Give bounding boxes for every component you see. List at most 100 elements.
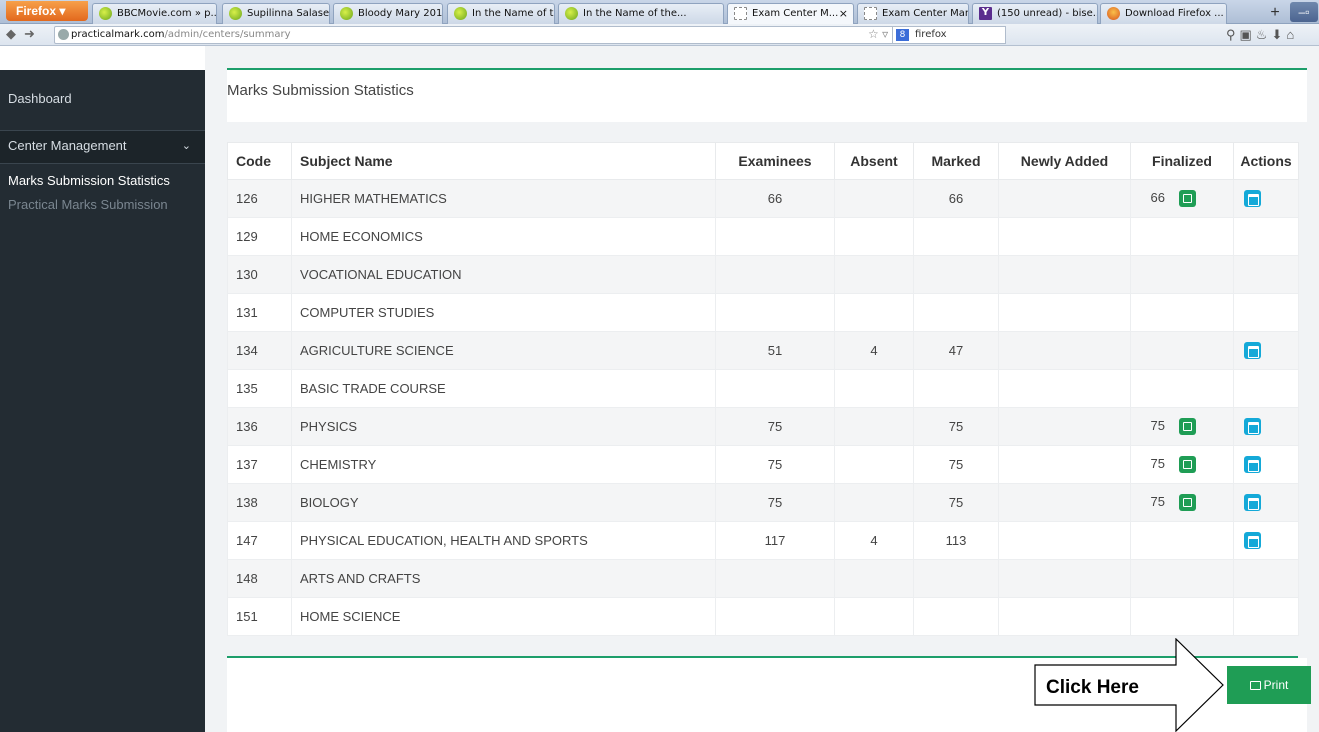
sidebar-item-center-management[interactable]: Center Management ⌄	[0, 130, 205, 164]
edit-icon[interactable]	[1179, 190, 1196, 208]
col-header-code: Code	[227, 142, 292, 180]
sidebar-item-dashboard[interactable]: Dashboard	[0, 82, 205, 116]
table-row: 131 COMPUTER STUDIES	[227, 293, 1299, 332]
table-row: 148 ARTS AND CRAFTS	[227, 559, 1299, 598]
cell-finalized	[1130, 217, 1234, 256]
cell-actions	[1233, 179, 1299, 218]
browser-tab[interactable]: Exam Center Mana...	[857, 3, 969, 24]
cell-subject: BIOLOGY	[291, 483, 716, 522]
cell-subject: CHEMISTRY	[291, 445, 716, 484]
browser-tab[interactable]: BBCMovie.com » p...	[92, 3, 217, 24]
view-details-icon[interactable]	[1244, 190, 1261, 208]
view-details-icon[interactable]	[1244, 418, 1261, 436]
cell-subject: PHYSICS	[291, 407, 716, 446]
view-details-icon[interactable]	[1244, 532, 1261, 550]
google-icon: 8	[896, 29, 909, 41]
col-header-subject: Subject Name	[291, 142, 716, 180]
cell-absent	[834, 293, 914, 332]
cell-absent: 4	[834, 331, 914, 370]
cell-finalized: 75	[1130, 407, 1234, 446]
cell-marked: 75	[913, 445, 999, 484]
cell-absent	[834, 559, 914, 598]
browser-tab[interactable]: Supilinna Salaselts ...	[222, 3, 330, 24]
cell-newly-added	[998, 597, 1131, 636]
cell-newly-added	[998, 521, 1131, 560]
cell-newly-added	[998, 179, 1131, 218]
cell-subject: HOME ECONOMICS	[291, 217, 716, 256]
cell-finalized	[1130, 293, 1234, 332]
edit-icon[interactable]	[1179, 456, 1196, 474]
col-header-finalized: Finalized	[1130, 142, 1234, 180]
browser-tab[interactable]: Download Firefox ...	[1100, 3, 1227, 24]
cell-subject: BASIC TRADE COURSE	[291, 369, 716, 408]
sidebar-item-marks-submission-statistics[interactable]: Marks Submission Statistics	[0, 170, 205, 192]
green-circle-icon	[454, 7, 467, 20]
browser-tab[interactable]: Exam Center M... ×	[727, 3, 854, 24]
table-row: 126 HIGHER MATHEMATICS 66 66 66	[227, 179, 1299, 218]
url-bar[interactable]: practicalmark.com/admin/centers/summary	[54, 26, 1004, 44]
cell-newly-added	[998, 483, 1131, 522]
table-row: 147 PHYSICAL EDUCATION, HEALTH AND SPORTS…	[227, 521, 1299, 560]
print-button[interactable]: Print	[1227, 666, 1311, 704]
firefox-menu-button[interactable]: Firefox ▾	[6, 1, 88, 21]
browser-tab[interactable]: Bloody Mary 2011 ...	[333, 3, 443, 24]
cell-marked: 75	[913, 483, 999, 522]
cell-absent	[834, 597, 914, 636]
cell-examinees	[715, 217, 835, 256]
tab-title: BBCMovie.com » p...	[117, 8, 217, 19]
cell-absent	[834, 255, 914, 294]
sidebar-item-label: Practical Marks Submission	[8, 197, 168, 212]
cell-examinees	[715, 597, 835, 636]
view-details-icon[interactable]	[1244, 456, 1261, 474]
cell-absent	[834, 369, 914, 408]
cell-finalized: 66	[1130, 179, 1234, 218]
edit-icon[interactable]	[1179, 494, 1196, 512]
table-row: 134 AGRICULTURE SCIENCE 51 4 47	[227, 331, 1299, 370]
cell-newly-added	[998, 369, 1131, 408]
cell-code: 137	[227, 445, 292, 484]
page-icon	[734, 7, 747, 20]
cell-examinees	[715, 255, 835, 294]
print-button-label: Print	[1263, 678, 1289, 692]
cell-examinees	[715, 559, 835, 598]
view-details-icon[interactable]	[1244, 342, 1261, 360]
search-input-value: firefox	[915, 29, 947, 40]
table-row: 138 BIOLOGY 75 75 75	[227, 483, 1299, 522]
cell-finalized	[1130, 559, 1234, 598]
toolbar-icons[interactable]: ⚲▣♨⬇⌂	[1226, 27, 1298, 43]
cell-marked	[913, 559, 999, 598]
table-row: 136 PHYSICS 75 75 75	[227, 407, 1299, 446]
forward-arrow-icon[interactable]: ➜	[24, 26, 35, 42]
cell-code: 136	[227, 407, 292, 446]
cell-marked: 47	[913, 331, 999, 370]
green-circle-icon	[340, 7, 353, 20]
table-row: 135 BASIC TRADE COURSE	[227, 369, 1299, 408]
browser-tab[interactable]: Y (150 unread) - bise...	[972, 3, 1098, 24]
cell-marked: 113	[913, 521, 999, 560]
statistics-table-wrapper: Code Subject Name Examinees Absent Marke…	[227, 142, 1299, 636]
tab-title: (150 unread) - bise...	[997, 8, 1098, 19]
cell-subject: PHYSICAL EDUCATION, HEALTH AND SPORTS	[291, 521, 716, 560]
cell-code: 130	[227, 255, 292, 294]
search-box[interactable]: 8 firefox	[892, 26, 1006, 44]
cell-newly-added	[998, 559, 1131, 598]
back-arrow-icon[interactable]: ◆	[6, 26, 16, 42]
view-details-icon[interactable]	[1244, 494, 1261, 512]
new-tab-button[interactable]: +	[1263, 3, 1287, 23]
cell-marked	[913, 255, 999, 294]
page-title: Marks Submission Statistics	[227, 82, 414, 99]
edit-icon[interactable]	[1179, 418, 1196, 436]
cell-finalized	[1130, 255, 1234, 294]
finalized-value: 75	[1150, 417, 1165, 433]
browser-tab[interactable]: In the Name of the...	[558, 3, 724, 24]
cell-marked	[913, 293, 999, 332]
close-icon[interactable]: ×	[839, 4, 848, 23]
green-circle-icon	[229, 7, 242, 20]
cell-marked	[913, 369, 999, 408]
sidebar-item-practical-marks-submission[interactable]: Practical Marks Submission	[0, 194, 205, 216]
window-controls[interactable]: –▫	[1290, 2, 1318, 22]
cell-marked: 75	[913, 407, 999, 446]
cell-actions	[1233, 407, 1299, 446]
browser-tab[interactable]: In the Name of the...	[447, 3, 555, 24]
cell-code: 126	[227, 179, 292, 218]
